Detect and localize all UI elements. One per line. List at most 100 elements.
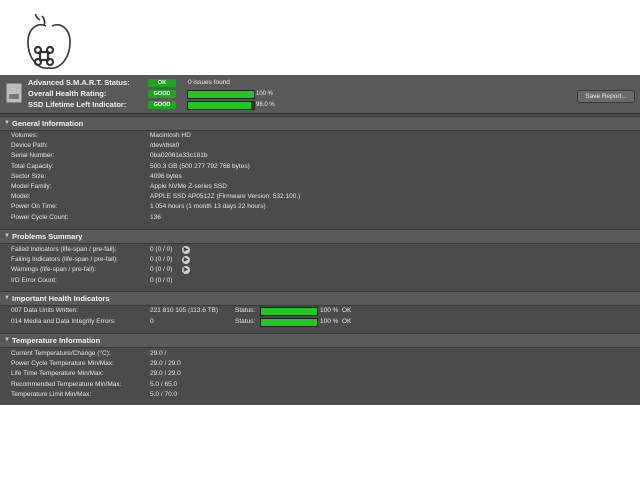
info-row: Failing Indicators (life-span / pre-fail… [0, 255, 640, 265]
row-label: Temperature Limit Min/Max: [11, 390, 92, 398]
row-value: 0 (0 / 0) [150, 246, 173, 253]
info-row: Current Temperature/Change (°C): 29.0 / [0, 349, 640, 359]
row-label: Volumes: [11, 132, 38, 139]
info-row: Model Family: Apple NVMe Z-series SSD [0, 182, 640, 192]
indicator-bar-fill [261, 308, 317, 315]
info-row: Device Path: /dev/disk0 [0, 141, 640, 151]
indicator-bar [260, 307, 318, 316]
info-row: Temperature Limit Min/Max: 5.0 / 70.0 [0, 390, 640, 400]
row-label: Model: [11, 193, 31, 201]
row-label: Serial Number: [11, 152, 55, 160]
details-arrow-icon[interactable]: ▶ [182, 256, 190, 265]
row-label: Device Path: [11, 142, 48, 150]
indicator-percent: 100 % [320, 317, 339, 325]
indicator-ok: OK [342, 307, 352, 314]
row-label: Warnings (life-span / pre-fail): [11, 266, 97, 274]
section-title: Important Health Indicators [12, 294, 110, 303]
section-title: General Information [12, 119, 84, 128]
row-label: 014 Media and Data Integrity Errors: [11, 317, 116, 325]
section-title: Problems Summary [12, 232, 83, 241]
apple-command-logo [27, 14, 71, 69]
row-value: 136 [150, 213, 161, 221]
row-label: Current Temperature/Change (°C): [11, 350, 111, 357]
row-value: 221 810 105 (113.6 TB) [150, 307, 219, 314]
row-label: Power Cycle Temperature Min/Max: [11, 360, 114, 368]
row-value: 29.0 / [150, 350, 167, 357]
info-row: 007 Data Units Written: 221 810 105 (113.… [0, 306, 640, 316]
row-value: 29.0 / 29.0 [150, 360, 181, 368]
health-indicators-header[interactable]: ▼ Important Health Indicators [0, 291, 640, 306]
row-label: Failed Indicators (life-span / pre-fail)… [11, 246, 117, 253]
info-row: Sector Size: 4096 bytes [0, 172, 640, 182]
row-value: 0 (0 / 0) [150, 266, 173, 274]
row-value: 5.0 / 70.0 [150, 390, 178, 398]
smart-status-text: 0 issues found [188, 79, 230, 86]
problems-summary-header[interactable]: ▼ Problems Summary [0, 229, 640, 244]
row-label: I/O Error Count: [11, 276, 57, 284]
row-label: Total Capacity: [11, 162, 54, 170]
general-info-header[interactable]: ▼ General Information [0, 116, 640, 131]
health-rating-bar-fill [188, 91, 254, 98]
row-value: 0 (0 / 0) [150, 256, 173, 264]
row-label: Model Family: [11, 183, 52, 190]
row-label: Recommended Temperature Min/Max: [11, 380, 122, 388]
info-row: Warnings (life-span / pre-fail): 0 (0 / 0… [0, 265, 640, 275]
row-label: Sector Size: [11, 172, 47, 180]
row-label: Power Cycle Count: [11, 213, 69, 221]
ssd-lifetime-percent: 96.0 % [256, 102, 275, 108]
row-value: 1 054 hours (1 month 13 days 22 hours) [150, 203, 266, 211]
temperature-info-header[interactable]: ▼ Temperature Information [0, 333, 640, 348]
row-label: Life Time Temperature Min/Max: [11, 370, 104, 378]
status-header: Advanced S.M.A.R.T. Status: OK 0 issues … [0, 75, 640, 114]
ssd-lifetime-bar [187, 101, 255, 110]
info-row: I/O Error Count: 0 (0 / 0) [0, 276, 640, 286]
row-value: 4096 bytes [150, 172, 182, 180]
indicator-bar [260, 317, 318, 327]
row-value: Macintosh HD [150, 132, 191, 139]
details-arrow-icon[interactable]: ▶ [182, 266, 190, 275]
info-row: Serial Number: 0ba02061e33c181b [0, 151, 640, 161]
indicator-ok: OK [342, 317, 352, 325]
info-row: Total Capacity: 500.3 GB (500 277 792 768… [0, 162, 640, 172]
row-value: 500.3 GB (500 277 792 768 bytes) [150, 162, 250, 170]
row-value: 0 [150, 317, 154, 325]
row-label: 007 Data Units Written: [11, 307, 79, 314]
indicator-bar-fill [261, 318, 317, 326]
disclosure-triangle-icon: ▼ [4, 295, 10, 301]
status-label: Status: [235, 317, 256, 325]
indicator-percent: 100 % [320, 307, 339, 314]
section-title: Temperature Information [12, 336, 101, 345]
row-value: 0 (0 / 0) [150, 276, 173, 284]
row-value: APPLE SSD AP0512Z (Firmware Version: 532… [150, 193, 301, 201]
info-row: Power Cycle Temperature Min/Max: 29.0 / 2… [0, 359, 640, 369]
ssd-lifetime-label: SSD Lifetime Left Indicator: [28, 100, 127, 109]
row-value: 0ba02061e33c181b [150, 152, 208, 160]
disclosure-triangle-icon: ▼ [4, 120, 10, 126]
disk-icon [6, 83, 22, 103]
row-value: /dev/disk0 [150, 142, 180, 150]
ssd-lifetime-bar-fill [188, 102, 252, 109]
info-row: Volumes: Macintosh HD [0, 131, 640, 141]
health-rating-label: Overall Health Rating: [28, 89, 107, 98]
ssd-lifetime-badge: GOOD [148, 101, 176, 109]
smart-status-label: Advanced S.M.A.R.T. Status: [28, 78, 130, 87]
smart-utility-window: Advanced S.M.A.R.T. Status: OK 0 issues … [0, 75, 640, 405]
details-arrow-icon[interactable]: ▶ [182, 246, 190, 254]
disclosure-triangle-icon: ▼ [4, 233, 10, 239]
health-rating-badge: GOOD [148, 90, 176, 98]
row-label: Failing Indicators (life-span / pre-fail… [11, 256, 118, 264]
row-value: 29.0 / 29.0 [150, 370, 181, 378]
info-row: Power On Time: 1 054 hours (1 month 13 da… [0, 202, 640, 212]
status-label: Status: [235, 307, 256, 314]
row-value: 5.0 / 65.0 [150, 380, 178, 388]
row-value: Apple NVMe Z-series SSD [150, 183, 227, 190]
smart-status-badge: OK [148, 79, 176, 87]
disclosure-triangle-icon: ▼ [4, 337, 10, 343]
health-rating-bar [187, 90, 255, 99]
health-rating-percent: 100 % [256, 91, 274, 97]
save-report-button[interactable]: Save Report... [577, 90, 635, 103]
info-row: Power Cycle Count: 136 [0, 213, 640, 223]
info-row: Recommended Temperature Min/Max: 5.0 / 65… [0, 380, 640, 390]
info-row: Life Time Temperature Min/Max: 29.0 / 29.… [0, 369, 640, 379]
info-row: 014 Media and Data Integrity Errors: 0 Sta… [0, 317, 640, 327]
